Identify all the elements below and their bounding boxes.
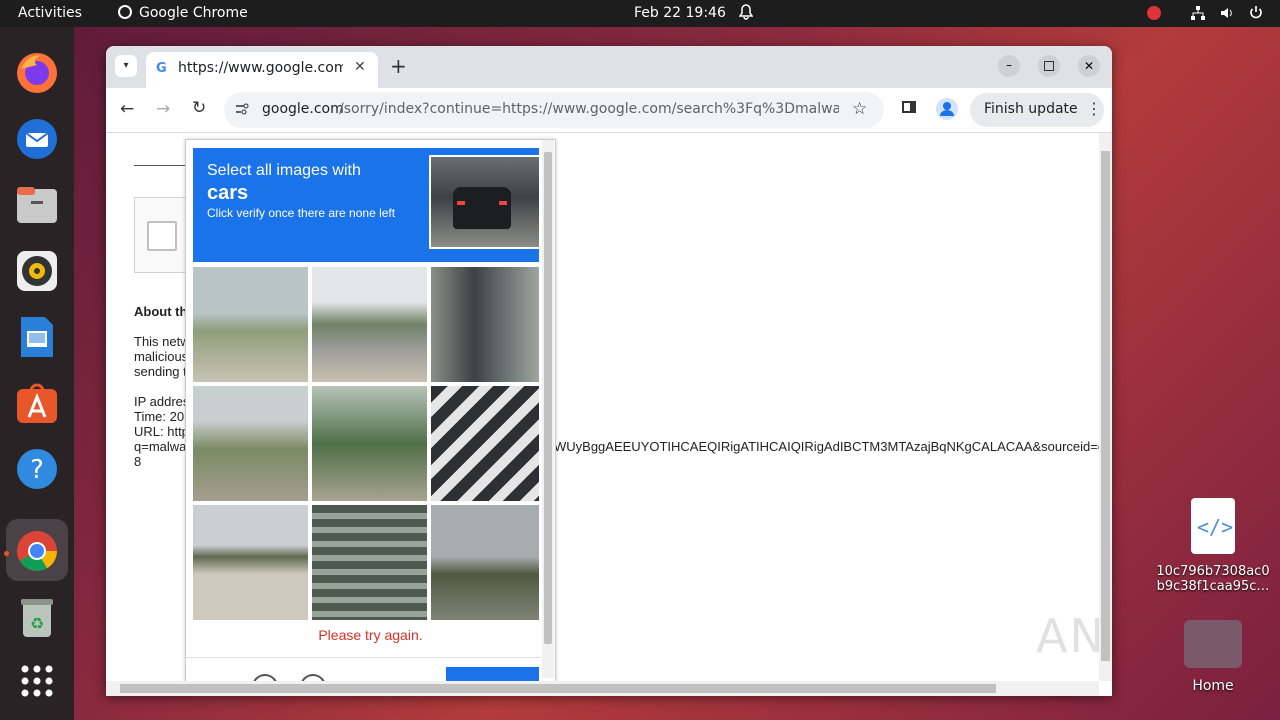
omnibox[interactable]: google.com /sorry/index?continue=https:/… bbox=[224, 92, 884, 128]
app-menu[interactable]: Google Chrome bbox=[139, 5, 248, 21]
query-line: q=malwa bbox=[134, 439, 187, 454]
file-name-line1: 10c796b7308ac0 bbox=[1156, 564, 1270, 579]
captcha-error: Please try again. bbox=[318, 627, 423, 643]
bookmark-star-icon[interactable]: ☆ bbox=[852, 99, 867, 119]
url-line: URL: http bbox=[134, 424, 189, 439]
file-name-line2: b9c38f1caa95c… bbox=[1156, 579, 1270, 594]
home-label: Home bbox=[1192, 678, 1234, 694]
trash-icon[interactable]: ♻ bbox=[13, 593, 61, 641]
text-line: This netw bbox=[134, 334, 190, 349]
maximize-button[interactable] bbox=[1038, 55, 1060, 77]
network-icon[interactable] bbox=[1190, 5, 1206, 25]
side-panel-icon[interactable] bbox=[902, 101, 916, 113]
finish-update-label: Finish update bbox=[984, 101, 1078, 117]
captcha-audio-icon[interactable] bbox=[300, 674, 326, 681]
do-not-disturb-icon[interactable] bbox=[1147, 6, 1161, 20]
captcha-target: cars bbox=[207, 182, 249, 204]
anyrun-watermark: ANY▷RUN bbox=[1036, 609, 1099, 663]
app-center-icon[interactable] bbox=[13, 379, 61, 427]
writer-icon[interactable] bbox=[13, 313, 61, 361]
power-icon[interactable] bbox=[1248, 5, 1264, 25]
google-favicon-icon: G bbox=[156, 61, 167, 76]
svg-text:?: ? bbox=[30, 455, 44, 485]
reload-icon[interactable]: ↻ bbox=[192, 98, 206, 118]
chrome-icon[interactable] bbox=[13, 527, 61, 575]
svg-text:♻: ♻ bbox=[30, 614, 44, 633]
url-param-line: WUyBggAEEUYOTIHCAEQIRigATIHCAIQIRigAdIBC… bbox=[554, 439, 1099, 454]
url-domain: google.com bbox=[262, 101, 344, 117]
time-line: Time: 20 bbox=[134, 409, 185, 424]
horizontal-scrollbar[interactable] bbox=[106, 681, 1099, 696]
volume-icon[interactable] bbox=[1219, 5, 1235, 25]
home-folder-icon[interactable] bbox=[1184, 620, 1242, 668]
recaptcha-checkbox[interactable] bbox=[147, 221, 177, 251]
finish-update-button[interactable]: Finish update ⋮ bbox=[970, 93, 1104, 127]
divider bbox=[134, 165, 186, 166]
captcha-instruction: Click verify once there are none left bbox=[207, 206, 396, 220]
dock: ? ♻ bbox=[0, 27, 74, 720]
tab-strip: ▾ G https://www.google.com ✕ + – ✕ bbox=[106, 46, 1112, 88]
back-icon[interactable]: ← bbox=[120, 99, 134, 119]
captcha-verify-button[interactable] bbox=[446, 667, 539, 681]
kebab-menu-icon[interactable]: ⋮ bbox=[1086, 99, 1102, 118]
about-heading: About th bbox=[134, 304, 188, 319]
captcha-tile[interactable] bbox=[193, 386, 308, 501]
captcha-select-text: Select all images with bbox=[207, 162, 361, 179]
rhythmbox-icon[interactable] bbox=[13, 247, 61, 295]
captcha-header: Select all images with cars Click verify… bbox=[193, 148, 541, 262]
captcha-scrollbar[interactable] bbox=[542, 140, 554, 678]
ip-address: IP addres bbox=[134, 394, 190, 409]
text-line: malicious bbox=[134, 349, 189, 364]
minimize-button[interactable]: – bbox=[998, 55, 1020, 77]
firefox-icon[interactable] bbox=[13, 49, 61, 97]
running-indicator bbox=[4, 551, 9, 556]
captcha-tile[interactable] bbox=[193, 505, 308, 620]
captcha-tile[interactable] bbox=[431, 386, 539, 501]
forward-icon[interactable]: → bbox=[156, 99, 170, 119]
activities-button[interactable]: Activities bbox=[18, 5, 82, 21]
page-content: About th This netw malicious sending t I… bbox=[106, 133, 1099, 681]
vertical-scrollbar[interactable] bbox=[1099, 133, 1112, 681]
captcha-tile[interactable] bbox=[312, 505, 427, 620]
files-icon[interactable] bbox=[13, 181, 61, 229]
thunderbird-icon[interactable] bbox=[13, 115, 61, 163]
captcha-challenge: Select all images with cars Click verify… bbox=[185, 139, 556, 681]
text-line: sending t bbox=[134, 364, 187, 379]
tab-active[interactable]: G https://www.google.com ✕ bbox=[146, 52, 378, 88]
car-shape bbox=[453, 187, 511, 229]
tab-close-icon[interactable]: ✕ bbox=[354, 59, 366, 75]
site-info-icon[interactable] bbox=[234, 101, 250, 121]
captcha-tile[interactable] bbox=[312, 267, 427, 382]
close-window-button[interactable]: ✕ bbox=[1078, 55, 1100, 77]
tab-title: https://www.google.com bbox=[178, 60, 343, 76]
captcha-tile[interactable] bbox=[312, 386, 427, 501]
url-path: /sorry/index?continue=https://www.google… bbox=[339, 101, 839, 117]
tab-search-chevron-icon[interactable]: ▾ bbox=[115, 55, 137, 77]
captcha-tile[interactable] bbox=[193, 267, 308, 382]
bell-icon[interactable] bbox=[738, 4, 754, 24]
desktop-file[interactable]: </> 10c796b7308ac0 b9c38f1caa95c… bbox=[1150, 498, 1276, 594]
apps-grid-icon[interactable] bbox=[13, 657, 61, 705]
captcha-tile[interactable] bbox=[431, 267, 539, 382]
profile-avatar-icon[interactable] bbox=[936, 98, 958, 120]
chrome-small-icon bbox=[118, 5, 132, 19]
captcha-footer-divider bbox=[186, 657, 541, 658]
help-icon[interactable]: ? bbox=[13, 445, 61, 493]
chrome-window: ▾ G https://www.google.com ✕ + – ✕ ← → ↻… bbox=[106, 46, 1112, 696]
toolbar: ← → ↻ google.com /sorry/index?continue=h… bbox=[106, 88, 1112, 133]
query-line-end: 8 bbox=[134, 454, 142, 469]
new-tab-button[interactable]: + bbox=[390, 54, 407, 78]
clock[interactable]: Feb 22 19:46 bbox=[634, 5, 726, 21]
captcha-tile[interactable] bbox=[431, 505, 539, 620]
captcha-reload-icon[interactable] bbox=[252, 674, 278, 681]
top-bar: Activities Google Chrome Feb 22 19:46 bbox=[0, 0, 1280, 27]
html-file-icon: </> bbox=[1191, 498, 1235, 554]
sample-car-image bbox=[429, 155, 541, 249]
